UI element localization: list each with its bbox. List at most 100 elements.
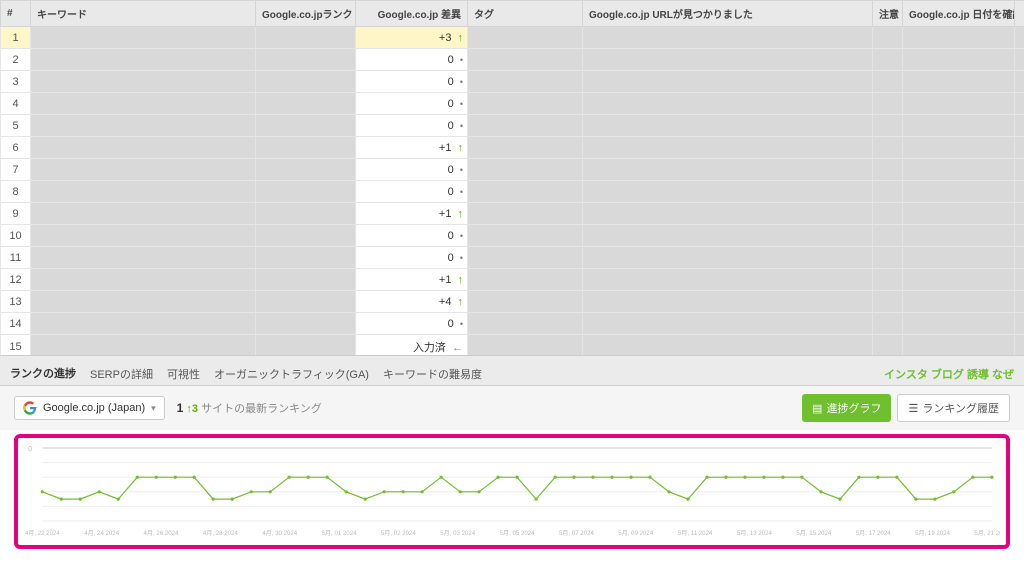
row-index: 2 [1, 49, 31, 71]
tab-visibility[interactable]: 可視性 [167, 362, 200, 386]
no-change-icon: • [460, 99, 463, 109]
url-cell [583, 137, 873, 159]
tag-cell [468, 291, 583, 313]
row-index: 14 [1, 313, 31, 335]
col-url-header[interactable]: Google.co.jp URLが見つかりました [583, 1, 873, 27]
rank-progress-chart-highlight: 04月, 22 20244月, 24 20244月, 26 20244月, 28… [14, 434, 1010, 549]
table-row[interactable]: 15入力済 ← [1, 335, 1024, 357]
table-row[interactable]: 9+1 ↑ [1, 203, 1024, 225]
table-row[interactable]: 100 • [1, 225, 1024, 247]
table-row[interactable]: 1+3 ↑ [1, 27, 1024, 49]
diff-cell: 0 • [356, 115, 468, 137]
rank-cell [256, 137, 356, 159]
url-cell [583, 93, 873, 115]
warn-cell [873, 159, 903, 181]
date-cell [903, 115, 1015, 137]
rank-cell [256, 203, 356, 225]
keyword-cell [31, 291, 256, 313]
keyword-cell [31, 247, 256, 269]
url-cell [583, 203, 873, 225]
row-index: 13 [1, 291, 31, 313]
arrow-back-icon: ← [452, 342, 463, 354]
url-cell [583, 159, 873, 181]
table-row[interactable]: 12 +1 ↑ [1, 269, 1024, 291]
diff-cell: +1 ↑ [356, 269, 468, 291]
col-warn-header[interactable]: 注意 [873, 1, 903, 27]
col-tag-header[interactable]: タグ [468, 1, 583, 27]
no-change-icon: • [460, 187, 463, 197]
table-row[interactable]: 30 • [1, 71, 1024, 93]
keyword-cell [31, 137, 256, 159]
col-diff-header[interactable]: Google.co.jp 差異 [356, 1, 468, 27]
tab-serp-detail[interactable]: SERPの詳細 [90, 362, 153, 386]
rank-cell [256, 291, 356, 313]
ranking-history-button[interactable]: ☰ ランキング履歴 [897, 394, 1010, 422]
tab-rank-progress[interactable]: ランクの進捗 [10, 361, 76, 387]
col-idx-header[interactable]: # [1, 1, 31, 27]
tag-cell [468, 269, 583, 291]
row-index: 10 [1, 225, 31, 247]
warn-cell [873, 247, 903, 269]
url-cell [583, 181, 873, 203]
diff-cell: 0 • [356, 159, 468, 181]
table-row[interactable]: 140 • [1, 313, 1024, 335]
arrow-up-icon: ↑ [458, 32, 464, 44]
chevron-down-icon: ▾ [151, 403, 156, 414]
date-cell [903, 247, 1015, 269]
table-row[interactable]: 6+1 ↑ [1, 137, 1024, 159]
tag-cell [468, 159, 583, 181]
tag-cell [468, 335, 583, 357]
table-row[interactable]: 80 • [1, 181, 1024, 203]
warn-cell [873, 137, 903, 159]
url-cell [583, 115, 873, 137]
gutter-cell [1015, 225, 1024, 247]
diff-cell: 0 • [356, 71, 468, 93]
diff-cell: +1 ↑ [356, 137, 468, 159]
col-rank-header[interactable]: Google.co.jpランク▲ [256, 1, 356, 27]
keyword-cell [31, 181, 256, 203]
gutter-cell [1015, 49, 1024, 71]
warn-cell [873, 181, 903, 203]
table-row[interactable]: 7 0 • [1, 159, 1024, 181]
no-change-icon: • [460, 77, 463, 87]
list-icon: ☰ [908, 402, 918, 415]
svg-text:4月, 28 2024: 4月, 28 2024 [203, 530, 239, 537]
rank-cell [256, 93, 356, 115]
table-row[interactable]: 20 • [1, 49, 1024, 71]
tag-cell [468, 71, 583, 93]
rank-cell [256, 159, 356, 181]
rank-cell [256, 181, 356, 203]
tag-cell [468, 203, 583, 225]
row-index: 1 [1, 27, 31, 49]
table-row[interactable]: 110 • [1, 247, 1024, 269]
rank-cell [256, 269, 356, 291]
svg-text:0: 0 [28, 446, 32, 453]
no-change-icon: • [460, 121, 463, 131]
row-index: 7 [1, 159, 31, 181]
tag-cell [468, 313, 583, 335]
row-index: 8 [1, 181, 31, 203]
rank-cell [256, 115, 356, 137]
url-cell [583, 335, 873, 357]
keyword-title: インスタ ブログ 誘導 なぜ [884, 366, 1014, 382]
tab-keyword-difficulty[interactable]: キーワードの難易度 [383, 362, 482, 386]
progress-graph-button[interactable]: ▤ 進捗グラフ [802, 394, 891, 422]
row-index: 12 [1, 269, 31, 291]
search-engine-select[interactable]: Google.co.jp (Japan) ▾ [14, 396, 165, 420]
warn-cell [873, 335, 903, 357]
table-row[interactable]: 13+4 ↑ [1, 291, 1024, 313]
svg-text:5月, 02 2024: 5月, 02 2024 [381, 530, 417, 537]
chart-panel-toolbar: Google.co.jp (Japan) ▾ 1 ↑3 サイトの最新ランキング … [0, 386, 1024, 430]
table-row[interactable]: 40 • [1, 93, 1024, 115]
table-row[interactable]: 50 • [1, 115, 1024, 137]
col-date-header[interactable]: Google.co.jp 日付を確認 [903, 1, 1015, 27]
keyword-cell [31, 313, 256, 335]
tab-organic-ga[interactable]: オーガニックトラフィック(GA) [214, 362, 369, 386]
svg-text:5月, 01 2024: 5月, 01 2024 [322, 530, 358, 537]
svg-text:5月, 07 2024: 5月, 07 2024 [559, 530, 595, 537]
diff-cell: +1 ↑ [356, 203, 468, 225]
gutter-cell [1015, 269, 1024, 291]
gutter-cell [1015, 313, 1024, 335]
tag-cell [468, 27, 583, 49]
col-keyword-header[interactable]: キーワード [31, 1, 256, 27]
